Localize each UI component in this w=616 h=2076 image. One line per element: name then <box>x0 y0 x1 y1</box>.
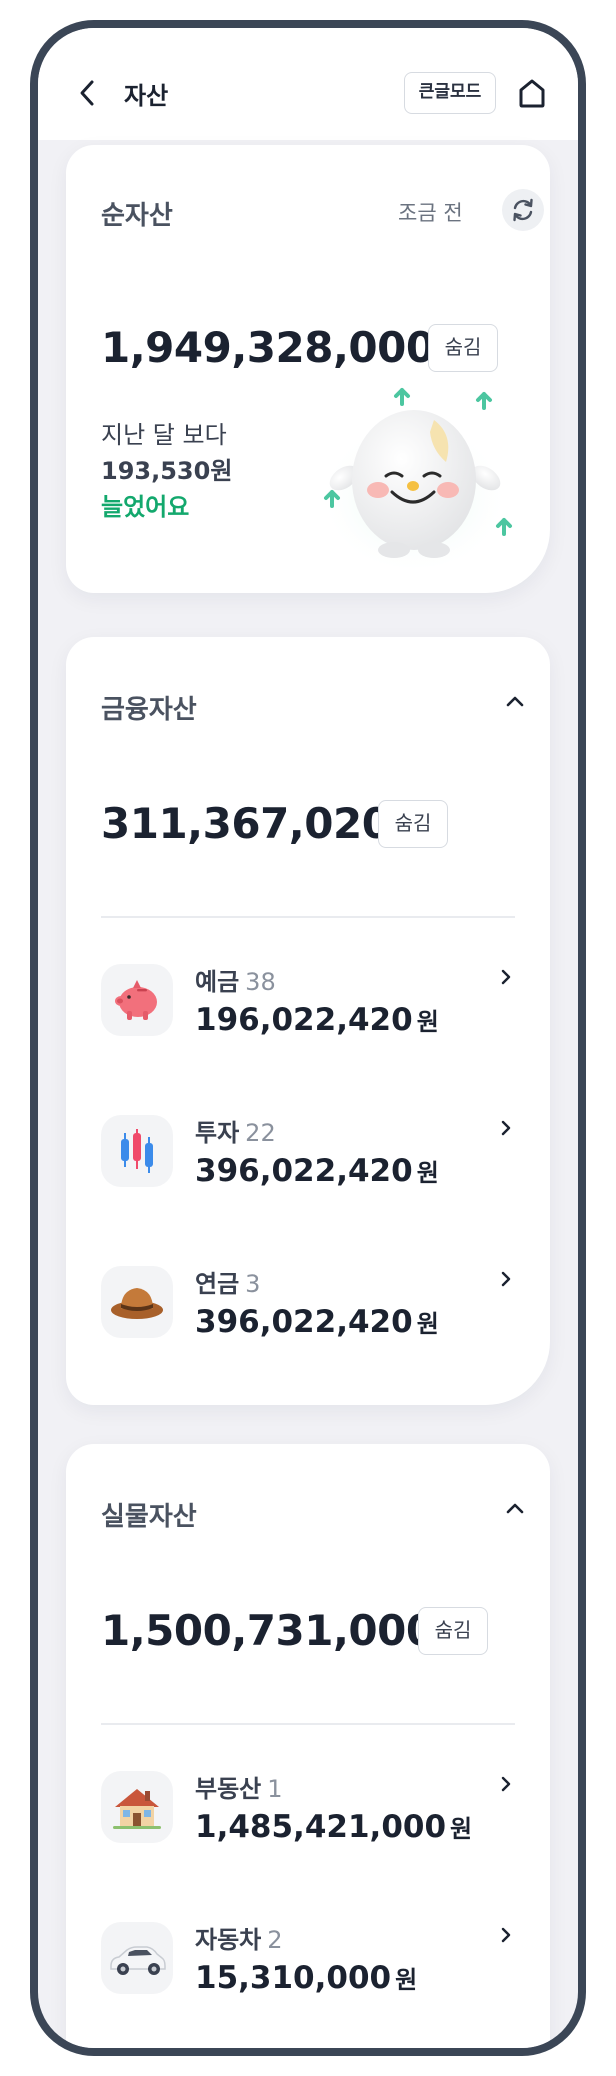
real-estate-label-text: 부동산 <box>195 1775 262 1803</box>
updated-time: 조금 전 <box>398 201 463 225</box>
real-estate-amount: 1,485,421,000 원 <box>195 1809 472 1845</box>
net-assets-title: 순자산 <box>101 201 173 231</box>
list-item-pension[interactable]: 연금 3 396,022,420 원 <box>101 1256 515 1366</box>
car-count: 2 <box>267 1926 283 1954</box>
pension-label: 연금 3 <box>195 1264 260 1299</box>
hide-net-assets-button[interactable]: 숨김 <box>428 324 498 372</box>
happy-mascot-icon <box>319 388 512 568</box>
pension-amount-value: 396,022,420 <box>195 1304 413 1340</box>
divider <box>101 916 515 918</box>
car-amount-value: 15,310,000 <box>195 1960 392 1996</box>
currency-unit: 원 <box>416 1008 439 1036</box>
financial-assets-card: 금융자산 311,367,020원 숨김 예금38 <box>66 637 550 1405</box>
list-item-car[interactable]: 자동차 2 15,310,000 원 <box>101 1912 515 2022</box>
net-assets-card: 순자산 조금 전 1,949,328,000원 숨김 지난 달 보다 193,5… <box>66 145 550 593</box>
pension-count: 3 <box>245 1270 261 1298</box>
deposit-label: 예금 38 <box>195 962 276 997</box>
financial-assets-title: 금융자산 <box>101 695 197 725</box>
chevron-right-icon <box>501 1927 511 1943</box>
house-icon <box>101 1771 173 1843</box>
currency-unit: 원 <box>416 1159 439 1187</box>
currency-unit: 원 <box>395 1966 418 1994</box>
hide-financial-assets-button[interactable]: 숨김 <box>378 800 448 848</box>
physical-assets-card: 실물자산 1,500,731,000원 숨김 부동산1 1,4 <box>66 1444 550 2048</box>
refresh-icon <box>513 198 533 222</box>
big-text-mode-button[interactable]: 큰글모드 <box>404 72 496 114</box>
car-amount: 15,310,000 원 <box>195 1960 417 1996</box>
top-bar: 자산 큰글모드 <box>38 28 578 140</box>
financial-assets-amount: 311,367,020원 <box>101 799 422 848</box>
investment-label-text: 투자 <box>195 1119 240 1147</box>
deposit-label-text: 예금 <box>195 968 240 996</box>
currency-unit: 원 <box>450 1815 473 1843</box>
deposit-amount-value: 196,022,420 <box>195 1002 413 1038</box>
list-item-real-estate[interactable]: 부동산 1 1,485,421,000 원 <box>101 1761 515 1871</box>
investment-count: 22 <box>245 1119 276 1147</box>
compare-label: 지난 달 보다 <box>101 421 227 449</box>
chevron-up-icon[interactable] <box>500 689 530 713</box>
chevron-right-icon <box>501 1271 511 1287</box>
chevron-right-icon <box>501 1120 511 1136</box>
back-arrow-icon[interactable] <box>76 76 100 110</box>
compare-status: 늘었어요 <box>101 493 190 521</box>
real-estate-amount-value: 1,485,421,000 <box>195 1809 447 1845</box>
compare-amount: 193,530원 <box>101 457 233 485</box>
home-icon[interactable] <box>516 76 548 110</box>
candlestick-chart-icon <box>101 1115 173 1187</box>
deposit-count: 38 <box>245 968 276 996</box>
investment-label: 투자 22 <box>195 1113 276 1148</box>
pension-amount: 396,022,420 원 <box>195 1304 439 1340</box>
physical-assets-amount: 1,500,731,000원 <box>101 1606 466 1655</box>
divider <box>101 1723 515 1725</box>
net-assets-amount: 1,949,328,000원 <box>101 323 466 372</box>
piggy-bank-icon <box>101 964 173 1036</box>
car-label-text: 자동차 <box>195 1926 262 1954</box>
financial-assets-amount-value: 311,367,020 <box>101 799 391 848</box>
real-estate-count: 1 <box>267 1775 283 1803</box>
physical-assets-amount-value: 1,500,731,000 <box>101 1606 435 1655</box>
chevron-up-icon[interactable] <box>500 1496 530 1520</box>
page-title: 자산 <box>124 82 169 110</box>
pension-label-text: 연금 <box>195 1270 240 1298</box>
car-icon <box>101 1922 173 1994</box>
list-item-deposit[interactable]: 예금 38 196,022,420 원 <box>101 954 515 1064</box>
physical-assets-title: 실물자산 <box>101 1502 197 1532</box>
phone-frame: 자산 큰글모드 순자산 조금 전 1,949,328,000원 숨김 지난 달 … <box>30 20 586 2056</box>
chevron-right-icon <box>501 1776 511 1792</box>
list-item-investment[interactable]: 투자 22 396,022,420 원 <box>101 1105 515 1215</box>
refresh-button[interactable] <box>502 189 544 231</box>
real-estate-label: 부동산 1 <box>195 1769 283 1804</box>
investment-amount: 396,022,420 원 <box>195 1153 439 1189</box>
car-label: 자동차 2 <box>195 1920 283 1955</box>
hide-physical-assets-button[interactable]: 숨김 <box>418 1607 488 1655</box>
currency-unit: 원 <box>416 1310 439 1338</box>
investment-amount-value: 396,022,420 <box>195 1153 413 1189</box>
net-assets-amount-value: 1,949,328,000 <box>101 323 435 372</box>
hat-icon <box>101 1266 173 1338</box>
deposit-amount: 196,022,420 원 <box>195 1002 439 1038</box>
chevron-right-icon <box>501 969 511 985</box>
